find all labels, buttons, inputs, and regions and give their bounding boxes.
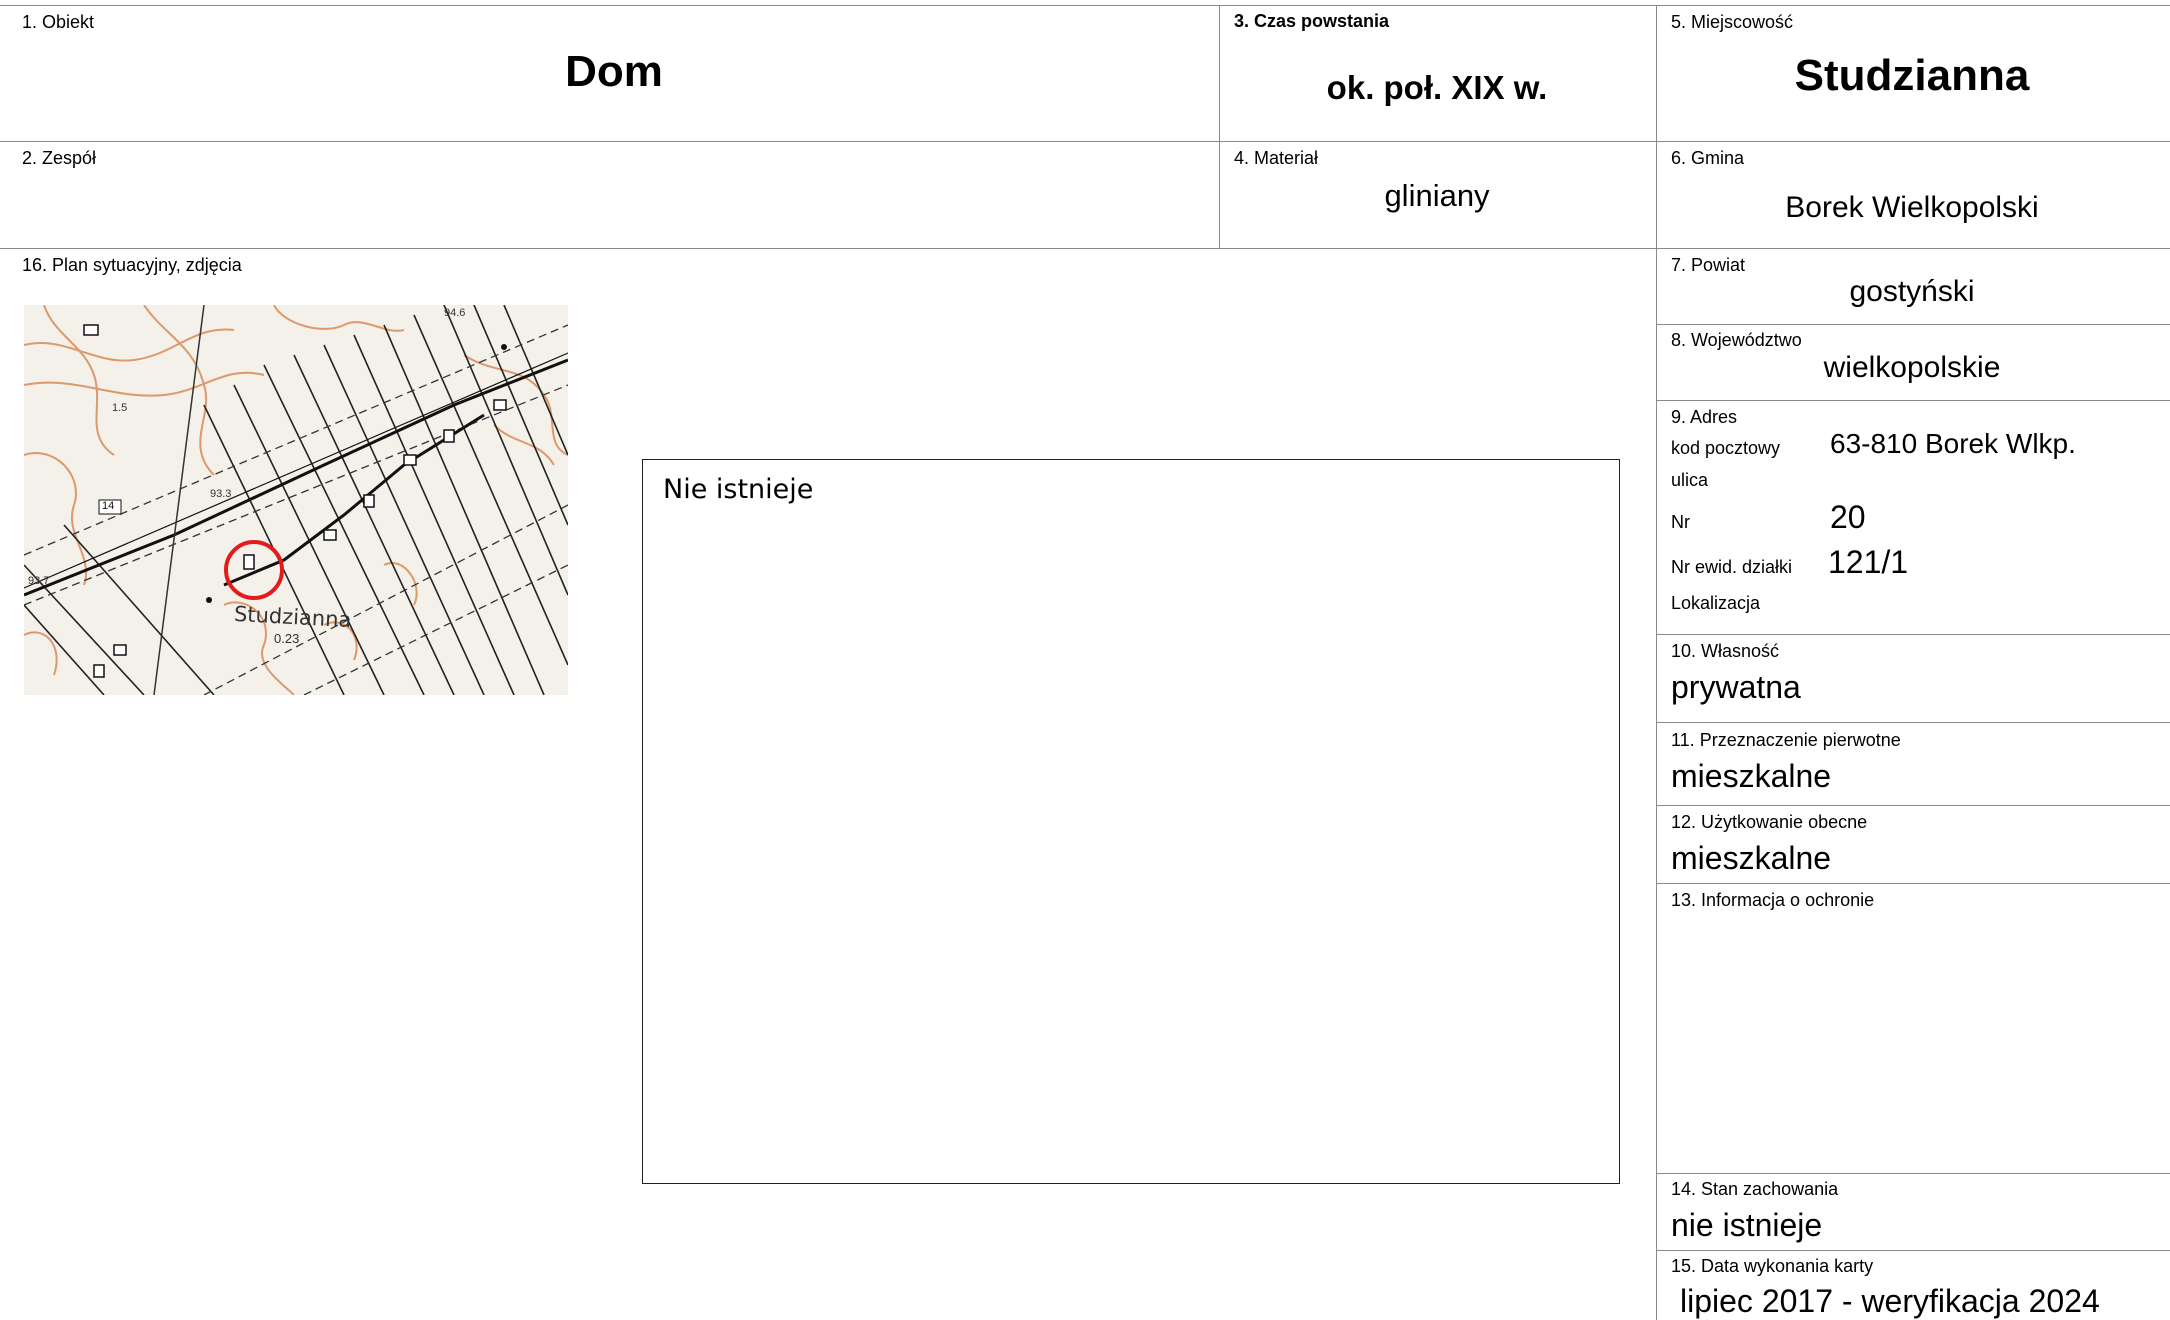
photo-text: Nie istnieje: [663, 474, 814, 505]
rule-col2: [1656, 5, 1657, 1320]
rule-top: [0, 5, 2170, 6]
kod-value: 63-810 Borek Wlkp.: [1830, 428, 2076, 459]
map-elevation-label: 93.7: [28, 575, 50, 587]
data-value: lipiec 2017 - weryfikacja 2024: [1680, 1283, 2100, 1319]
wojewodztwo-value: wielkopolskie: [1823, 351, 2001, 384]
adres-label: 9. Adres: [1671, 407, 1738, 427]
przeznaczenie-label: 11. Przeznaczenie pierwotne: [1671, 730, 1901, 750]
uzytkowanie-value: mieszkalne: [1671, 840, 1832, 876]
nr-value: 20: [1830, 499, 1866, 535]
nr-label: Nr: [1671, 512, 1690, 532]
map-elevation-label: 93.3: [210, 488, 232, 500]
rule-wlasnosc: [1656, 722, 2170, 723]
rule-col1: [1219, 5, 1220, 248]
rule-uzytk: [1656, 883, 2170, 884]
gmina-label: 6. Gmina: [1671, 148, 1745, 168]
obiekt-value: Dom: [565, 47, 663, 96]
rule-stan: [1656, 1250, 2170, 1251]
dzialka-label: Nr ewid. działki: [1671, 557, 1793, 577]
dzialka-value: 121/1: [1828, 544, 1909, 580]
map-elevation-label: 94.6: [444, 307, 466, 319]
gmina-value: Borek Wielkopolski: [1785, 191, 2039, 224]
photo-frame: Nie istnieje: [642, 459, 1620, 1184]
material-label: 4. Materiał: [1234, 148, 1319, 168]
rule-przezn: [1656, 805, 2170, 806]
wlasnosc-label: 10. Własność: [1671, 641, 1780, 661]
uzytkowanie-label: 12. Użytkowanie obecne: [1671, 812, 1868, 832]
map-road-label: 14: [102, 500, 115, 512]
rule-ochrona: [1656, 1173, 2170, 1174]
czas-value: ok. poł. XIX w.: [1326, 69, 1548, 106]
plan-label: 16. Plan sytuacyjny, zdjęcia: [22, 255, 242, 275]
przeznaczenie-value: mieszkalne: [1671, 758, 1832, 794]
stan-value: nie istnieje: [1671, 1207, 1823, 1243]
wlasnosc-value: prywatna: [1671, 669, 1801, 705]
miejscowosc-value: Studzianna: [1794, 51, 2030, 100]
miejscowosc-label: 5. Miejscowość: [1671, 12, 1794, 32]
map-elevation-label: 1.5: [112, 402, 128, 414]
rule-wojew: [1656, 400, 2170, 401]
kod-label: kod pocztowy: [1671, 438, 1781, 458]
rule-row1: [0, 141, 2170, 142]
wojewodztwo-label: 8. Województwo: [1671, 330, 1802, 350]
powiat-value: gostyński: [1849, 275, 1975, 308]
rule-adres: [1656, 634, 2170, 635]
ulica-label: ulica: [1671, 470, 1709, 490]
rule-row2: [0, 248, 2170, 249]
map-elevation-label: 0.23: [274, 631, 300, 646]
zespol-label: 2. Zespół: [22, 148, 97, 168]
rule-powiat: [1656, 324, 2170, 325]
czas-label: 3. Czas powstania: [1234, 11, 1390, 31]
data-label: 15. Data wykonania karty: [1671, 1256, 1874, 1276]
powiat-label: 7. Powiat: [1671, 255, 1746, 275]
material-value: gliniany: [1384, 178, 1490, 213]
obiekt-label: 1. Obiekt: [22, 12, 95, 32]
ochrona-label: 13. Informacja o ochronie: [1671, 890, 1875, 910]
lokalizacja-label: Lokalizacja: [1671, 593, 1761, 613]
stan-label: 14. Stan zachowania: [1671, 1179, 1839, 1199]
situational-map: Studzianna 0.23 94.6 93.3 93.7 1.5 14: [24, 305, 568, 695]
